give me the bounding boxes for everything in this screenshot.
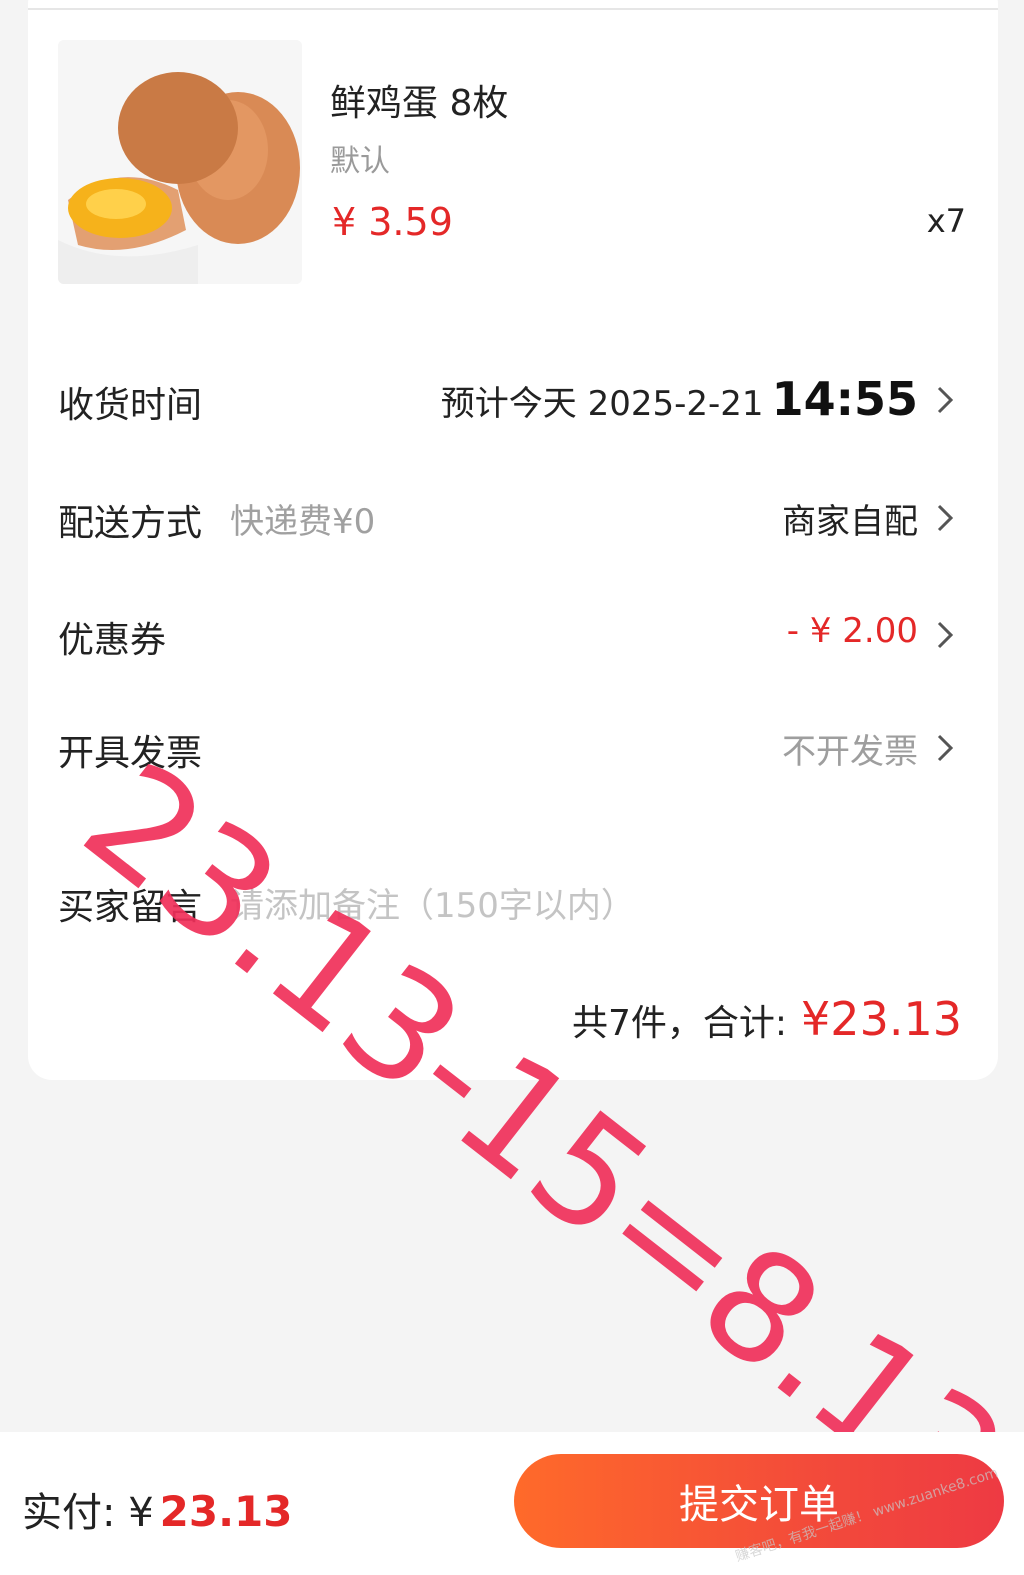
shipping-row[interactable]: 配送方式 快递费¥0 商家自配 (58, 486, 960, 546)
product-price: ¥ 3.59 (332, 200, 453, 244)
total-amount: ¥23.13 (801, 992, 962, 1046)
invoice-value: 不开发票 (782, 724, 918, 773)
coupon-row[interactable]: 优惠券 - ¥ 2.00 (58, 603, 960, 663)
chevron-right-icon (930, 500, 960, 536)
eggs-image (58, 40, 302, 284)
shipping-fee: 快递费¥0 (230, 502, 376, 542)
product-quantity: x7 (926, 202, 966, 240)
invoice-option: 不开发票 (782, 732, 918, 772)
order-total: 共7件，合计: ¥23.13 (572, 992, 962, 1046)
delivery-time-value: 预计今天 2025-2-21 14:55 (441, 372, 918, 426)
actual-pay-amount: 23.13 (159, 1487, 293, 1536)
chevron-right-icon (930, 382, 960, 418)
delivery-date: 预计今天 2025-2-21 (440, 384, 764, 424)
checkout-bar: 实付: ¥ 23.13 提交订单 赚客吧，有我一起赚！ www.zuanke8.… (0, 1432, 1024, 1575)
delivery-time-row[interactable]: 收货时间 预计今天 2025-2-21 14:55 (58, 368, 960, 428)
shipping-label: 配送方式 (58, 503, 203, 544)
shipping-method: 商家自配 (782, 502, 918, 542)
chevron-right-icon (930, 617, 960, 653)
coupon-label: 优惠券 (58, 620, 167, 661)
product-spec: 默认 (330, 144, 390, 179)
product-image (58, 40, 302, 284)
coupon-amount: - ¥ 2.00 (786, 611, 918, 651)
delivery-clock: 14:55 (771, 372, 918, 426)
product-name: 鲜鸡蛋 8枚 (330, 83, 509, 124)
divider (28, 8, 998, 10)
actual-pay: 实付: ¥ 23.13 (22, 1480, 293, 1538)
shipping-value: 商家自配 (782, 494, 918, 543)
coupon-value: - ¥ 2.00 (787, 611, 918, 651)
delivery-time-label: 收货时间 (58, 385, 203, 426)
item-count: 共7件，合计: (571, 1003, 788, 1044)
actual-pay-label: 实付: ¥ (22, 1490, 154, 1536)
chevron-right-icon (930, 730, 960, 766)
